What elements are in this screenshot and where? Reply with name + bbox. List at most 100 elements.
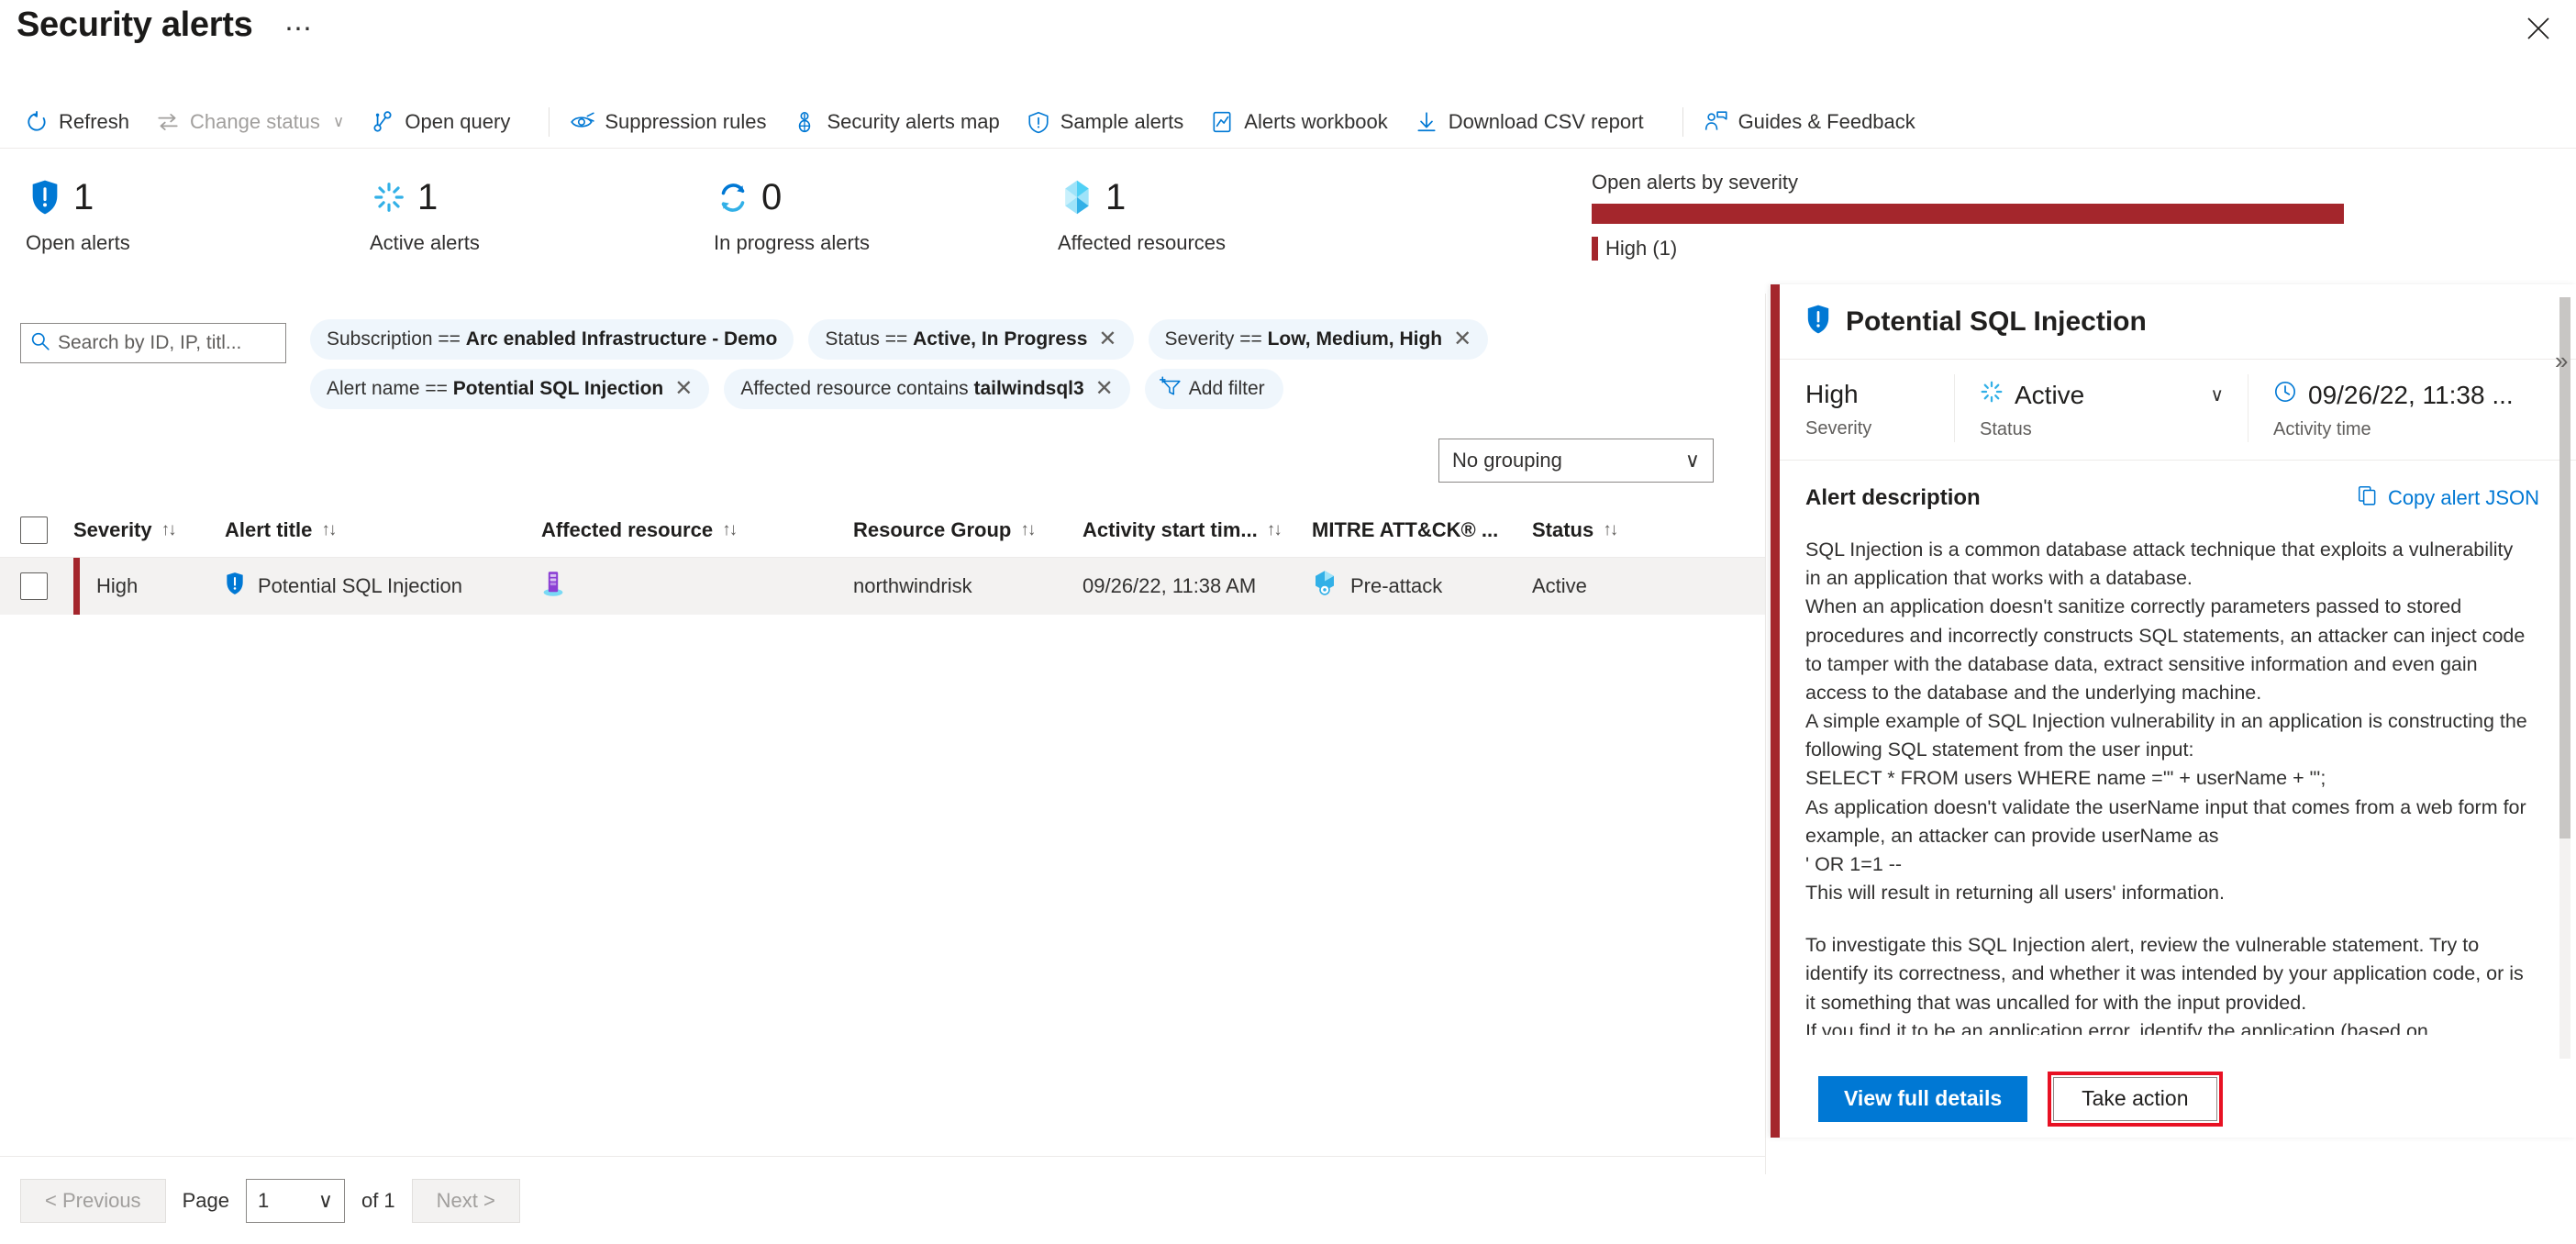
severity-legend-label-high: High (1) [1605, 237, 1678, 260]
column-header-activity-start-time[interactable]: Activity start tim... ↑↓ [1083, 518, 1312, 542]
kpi-active-alerts-label: Active alerts [370, 231, 480, 254]
open-query-button[interactable]: Open query [366, 104, 525, 140]
cell-affected-resource[interactable] [541, 570, 853, 603]
meta-status[interactable]: Active ∨ Status [1954, 360, 2248, 460]
copy-alert-json-label: Copy alert JSON [2387, 486, 2539, 509]
select-all-checkbox-cell [20, 516, 73, 544]
open-query-label: Open query [405, 110, 511, 133]
panel-scrollbar[interactable] [2559, 297, 2570, 1123]
table-row[interactable]: High Potential SQL Injection northwindri… [0, 558, 1766, 615]
close-icon[interactable] [2517, 7, 2559, 50]
copy-alert-json-button[interactable]: Copy alert JSON [2357, 484, 2539, 512]
row-checkbox-cell [20, 572, 73, 600]
filter-operator: == [1239, 328, 1262, 350]
kpi-affected-resources-value: 1 [1105, 177, 1127, 217]
guides-feedback-button[interactable]: Guides & Feedback [1700, 104, 1930, 140]
change-status-button[interactable]: Change status ∨ [151, 104, 359, 140]
cell-status: Active [1532, 574, 1587, 597]
row-checkbox[interactable] [20, 572, 48, 600]
meta-severity-value: High [1805, 380, 1859, 408]
alerts-map-icon [792, 109, 817, 135]
filter-chip-status[interactable]: Status == Active, In Progress ✕ [808, 319, 1134, 360]
in-progress-icon [714, 178, 752, 217]
search-input[interactable]: Search by ID, IP, titl... [20, 323, 286, 363]
meta-activity-time: 09/26/22, 11:38 ... Activity time [2248, 360, 2559, 460]
take-action-button[interactable]: Take action [2053, 1076, 2217, 1121]
filter-chip-subscription[interactable]: Subscription == Arc enabled Infrastructu… [310, 319, 794, 360]
remove-filter-icon[interactable]: ✕ [1453, 328, 1471, 350]
guides-feedback-label: Guides & Feedback [1738, 110, 1915, 133]
panel-header: Potential SQL Injection [1780, 284, 2576, 360]
cell-mitre: Pre-attack [1312, 570, 1532, 603]
cell-activity-start-time: 09/26/22, 11:38 AM [1083, 574, 1257, 597]
column-header-status[interactable]: Status ↑↓ [1532, 518, 1715, 542]
kpi-in-progress-alerts-value: 0 [761, 177, 783, 217]
kpi-affected-resources-label: Affected resources [1058, 231, 1227, 254]
toolbar-divider-2 [1682, 107, 1683, 137]
previous-page-button[interactable]: < Previous [20, 1178, 166, 1223]
remove-filter-icon[interactable]: ✕ [674, 378, 693, 400]
filter-chip-affected-resource[interactable]: Affected resource contains tailwindsql3 … [724, 369, 1130, 409]
sort-icon: ↑↓ [1603, 519, 1618, 539]
suppression-rules-button[interactable]: Suppression rules [566, 104, 781, 140]
select-all-checkbox[interactable] [20, 516, 48, 544]
page-number-select[interactable]: 1 ∨ [245, 1178, 345, 1223]
filter-value: Low, Medium, High [1267, 328, 1443, 350]
panel-scroll-thumb[interactable] [2559, 297, 2570, 839]
clock-icon [2273, 380, 2297, 410]
severity-bar-segment-high[interactable] [1592, 204, 2344, 224]
sample-alerts-icon [1026, 109, 1051, 135]
kpi-open-alerts-label: Open alerts [26, 231, 130, 254]
alerts-workbook-button[interactable]: Alerts workbook [1205, 104, 1403, 140]
download-icon [1414, 109, 1439, 135]
chevron-down-icon: ∨ [1684, 449, 1700, 472]
panel-meta-row: High Severity Active ∨ Status 09/26/22, … [1780, 360, 2576, 461]
add-filter-button[interactable]: Add filter [1144, 369, 1283, 409]
add-filter-icon [1159, 375, 1182, 403]
grouping-select[interactable]: No grouping ∨ [1438, 439, 1714, 483]
column-header-severity[interactable]: Severity ↑↓ [73, 518, 225, 542]
column-label: Severity [73, 517, 152, 541]
panel-title: Potential SQL Injection [1846, 305, 2147, 337]
kpi-open-alerts[interactable]: 1 Open alerts [26, 174, 370, 255]
download-csv-report-button[interactable]: Download CSV report [1410, 104, 1659, 140]
sample-alerts-button[interactable]: Sample alerts [1022, 104, 1199, 140]
kpi-in-progress-alerts[interactable]: 0 In progress alerts [714, 174, 1058, 255]
copy-icon [2357, 484, 2379, 512]
description-header: Alert description Copy alert JSON [1780, 461, 2576, 512]
refresh-button[interactable]: Refresh [20, 104, 144, 140]
open-query-icon [370, 109, 395, 135]
page-number-value: 1 [257, 1188, 270, 1212]
column-header-alert-title[interactable]: Alert title ↑↓ [225, 518, 541, 542]
kpi-affected-resources[interactable]: 1 Affected resources [1058, 174, 1402, 255]
meta-status-value-row: Active ∨ [1980, 380, 2248, 410]
meta-time-value-row: 09/26/22, 11:38 ... [2273, 380, 2559, 410]
filter-chip-severity[interactable]: Severity == Low, Medium, High ✕ [1148, 319, 1489, 360]
alert-description-body: SQL Injection is a common database attac… [1780, 512, 2576, 1035]
remove-filter-icon[interactable]: ✕ [1095, 378, 1114, 400]
filter-chips: Subscription == Arc enabled Infrastructu… [310, 319, 1778, 418]
sort-icon: ↑↓ [1020, 519, 1036, 539]
guides-feedback-icon [1704, 109, 1729, 135]
column-header-mitre-attack[interactable]: MITRE ATT&CK® ... [1312, 518, 1532, 542]
description-line: This will result in returning all users'… [1805, 882, 2225, 905]
filter-chip-alert-name[interactable]: Alert name == Potential SQL Injection ✕ [310, 369, 710, 409]
search-icon [30, 331, 50, 356]
view-full-details-button[interactable]: View full details [1818, 1075, 2028, 1122]
column-header-resource-group[interactable]: Resource Group ↑↓ [853, 518, 1083, 542]
security-alerts-map-button[interactable]: Security alerts map [788, 104, 1014, 140]
pagination-bar: < Previous Page 1 ∨ of 1 Next > [0, 1156, 1766, 1244]
more-options-button[interactable]: ⋯ [284, 13, 314, 45]
kpi-active-alerts[interactable]: 1 Active alerts [370, 174, 714, 255]
chevron-down-icon: ∨ [317, 1188, 333, 1212]
chevron-down-icon[interactable]: ∨ [2210, 383, 2224, 406]
sort-icon: ↑↓ [1266, 519, 1282, 539]
filter-operator: contains [896, 378, 969, 399]
cell-alert-title[interactable]: Potential SQL Injection [225, 572, 541, 601]
next-page-button[interactable]: Next > [411, 1178, 520, 1223]
collapse-panel-icon[interactable]: » [2555, 347, 2568, 375]
column-label: Alert title [225, 517, 313, 541]
remove-filter-icon[interactable]: ✕ [1098, 328, 1116, 350]
column-header-affected-resource[interactable]: Affected resource ↑↓ [541, 518, 853, 542]
sort-icon: ↑↓ [722, 519, 738, 539]
